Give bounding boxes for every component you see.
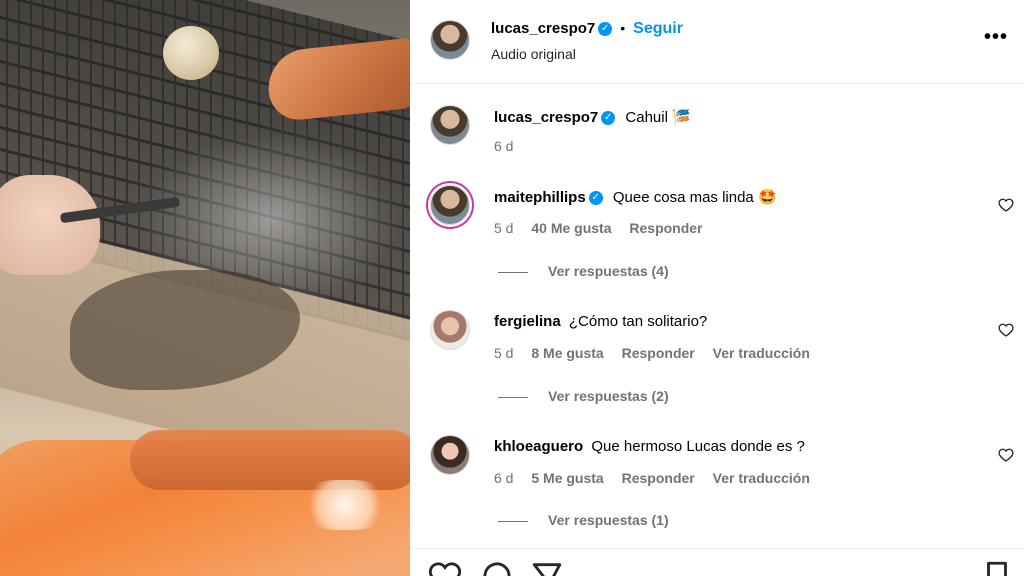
reply-button[interactable]: Responder <box>622 470 695 486</box>
more-options-icon[interactable]: ••• <box>984 26 1008 49</box>
comment-line: khloeaguero Que hermoso Lucas donde es ? <box>494 438 805 455</box>
caption-text: Cahuil <box>625 109 668 126</box>
comment-likes[interactable]: 8 Me gusta <box>531 345 603 361</box>
post-media-photo[interactable] <box>0 0 410 576</box>
action-bar <box>410 548 1024 576</box>
view-replies-label: Ver respuestas (4) <box>548 263 669 279</box>
heart-icon[interactable] <box>428 559 462 576</box>
follow-button[interactable]: Seguir <box>633 20 683 37</box>
view-replies-button[interactable]: Ver respuestas (2) <box>498 388 669 404</box>
caption-line: lucas_crespo7 ✓ Cahuil 🎏 <box>494 108 691 126</box>
verified-badge-icon: ✓ <box>598 21 613 36</box>
post-header: lucas_crespo7 ✓ • Seguir Audio original ••• <box>410 0 1024 84</box>
comment-time: 5 d <box>494 220 514 236</box>
avatar[interactable] <box>430 185 470 225</box>
comment-item: maitephillips ✓ Quee cosa mas linda 🤩 5 d… <box>410 180 1024 290</box>
bookmark-icon[interactable] <box>980 559 1014 576</box>
verified-badge-icon: ✓ <box>588 191 603 206</box>
verified-badge-icon: ✓ <box>601 111 616 126</box>
avatar[interactable] <box>430 435 470 475</box>
comment-time: 6 d <box>494 470 514 486</box>
view-replies-label: Ver respuestas (1) <box>548 512 669 528</box>
comment-icon[interactable] <box>480 559 514 576</box>
comment-text: Quee cosa mas linda 🤩 <box>612 189 777 206</box>
comment-username[interactable]: fergielina <box>494 313 561 330</box>
reply-button[interactable]: Responder <box>622 345 695 361</box>
header-username[interactable]: lucas_crespo7 <box>491 20 595 37</box>
hand <box>0 175 100 275</box>
comment-likes[interactable]: 5 Me gusta <box>531 470 603 486</box>
reply-button[interactable]: Responder <box>629 220 702 236</box>
caption-time: 6 d <box>494 138 514 154</box>
separator-dot: • <box>620 20 626 36</box>
translate-button[interactable]: Ver traducción <box>713 345 810 361</box>
comment-likes[interactable]: 40 Me gusta <box>531 220 611 236</box>
heart-icon[interactable] <box>998 322 1014 338</box>
translate-button[interactable]: Ver traducción <box>713 470 810 486</box>
comment-meta: 5 d 8 Me gusta Responder Ver traducción <box>494 345 824 361</box>
comment-item: fergielina ¿Cómo tan solitario? 5 d 8 Me… <box>410 305 1024 415</box>
grilled-onion <box>163 26 219 80</box>
caption-username[interactable]: lucas_crespo7 <box>494 109 598 126</box>
avatar[interactable] <box>430 20 470 60</box>
divider-dash <box>498 396 528 398</box>
divider-dash <box>498 271 528 273</box>
avatar[interactable] <box>430 310 470 350</box>
comment-item: khloeaguero Que hermoso Lucas donde es ?… <box>410 430 1024 540</box>
salt-crust <box>300 480 390 530</box>
avatar[interactable] <box>430 105 470 145</box>
comment-line: fergielina ¿Cómo tan solitario? <box>494 313 707 330</box>
comment-line: maitephillips ✓ Quee cosa mas linda 🤩 <box>494 188 777 206</box>
header-title-line: lucas_crespo7 ✓ • Seguir <box>491 20 683 38</box>
heart-icon[interactable] <box>998 447 1014 463</box>
divider-dash <box>498 520 528 522</box>
view-replies-label: Ver respuestas (2) <box>548 388 669 404</box>
comment-time: 5 d <box>494 345 514 361</box>
comment-username[interactable]: khloeaguero <box>494 438 583 455</box>
post-details-panel: lucas_crespo7 ✓ • Seguir Audio original •••… <box>410 0 1024 576</box>
caption-emoji: 🎏 <box>672 109 691 126</box>
comment-text: ¿Cómo tan solitario? <box>568 313 708 330</box>
heart-icon[interactable] <box>998 197 1014 213</box>
comment-text: Que hermoso Lucas donde es ? <box>591 438 805 455</box>
audio-label[interactable]: Audio original <box>491 46 576 62</box>
view-replies-button[interactable]: Ver respuestas (4) <box>498 263 669 279</box>
comment-meta: 6 d 5 Me gusta Responder Ver traducción <box>494 470 824 486</box>
caption-row: lucas_crespo7 ✓ Cahuil 🎏 6 d <box>410 100 1024 170</box>
view-replies-button[interactable]: Ver respuestas (1) <box>498 512 669 528</box>
paper-plane-icon[interactable] <box>530 559 564 576</box>
comment-username[interactable]: maitephillips <box>494 189 586 206</box>
comment-meta: 5 d 40 Me gusta Responder <box>494 220 717 236</box>
